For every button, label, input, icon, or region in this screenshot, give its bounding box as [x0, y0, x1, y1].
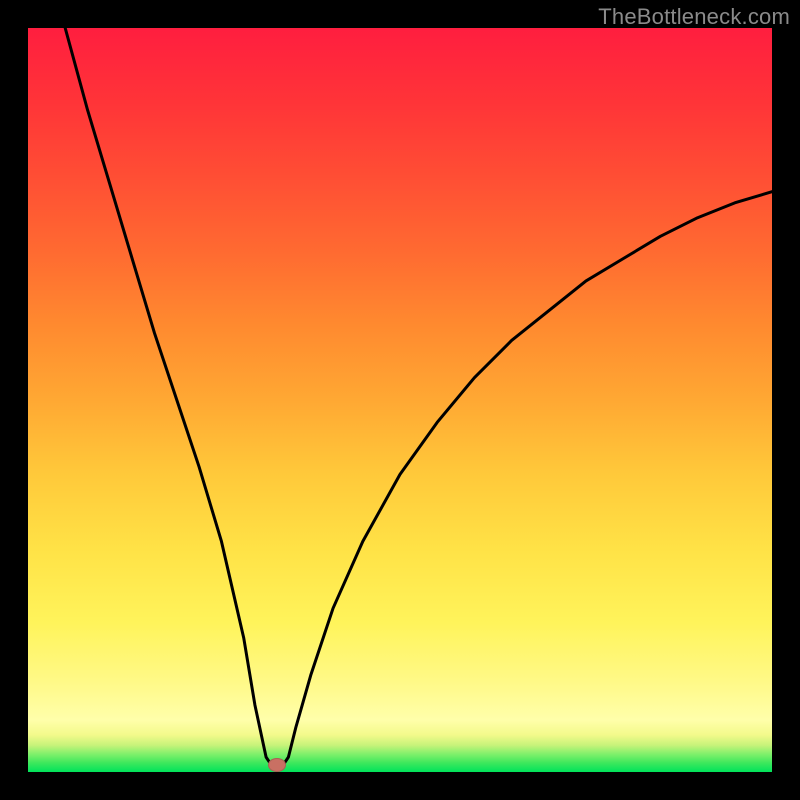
optimal-point-marker — [268, 758, 286, 772]
plot-area — [28, 28, 772, 772]
chart-stage: TheBottleneck.com — [0, 0, 800, 800]
watermark-text: TheBottleneck.com — [598, 4, 790, 30]
gradient-background — [28, 28, 772, 772]
